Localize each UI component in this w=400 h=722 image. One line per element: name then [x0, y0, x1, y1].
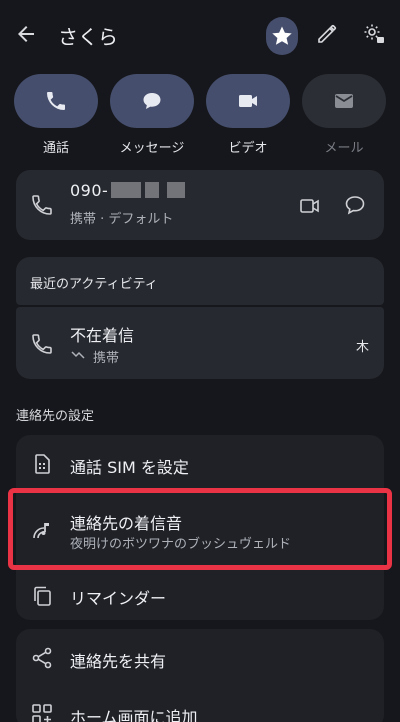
missed-call-arrow-icon	[70, 347, 86, 363]
set-call-sim-item[interactable]: 通話 SIM を設定	[70, 454, 189, 478]
missed-call-type: 携帯	[93, 351, 120, 366]
favorite-button[interactable]	[266, 17, 298, 55]
contact-settings-heading: 連絡先の設定	[16, 409, 95, 424]
add-to-home-icon	[30, 702, 54, 722]
send-message-button[interactable]	[343, 193, 367, 217]
settings-gear-icon	[364, 24, 384, 43]
message-action-button[interactable]	[110, 74, 194, 128]
phone-row-icon	[30, 193, 54, 217]
share-contact-item[interactable]: 連絡先を共有	[70, 648, 166, 672]
mail-icon	[335, 94, 353, 108]
contact-settings-button[interactable]	[362, 22, 390, 50]
mail-action-label: メール	[324, 141, 364, 156]
call-action-button[interactable]	[14, 74, 98, 128]
mail-action-button[interactable]	[302, 74, 386, 128]
video-action-button[interactable]	[206, 74, 290, 128]
phone-number: 090-	[70, 181, 109, 200]
reminder-icon	[30, 584, 54, 608]
pencil-icon	[318, 24, 337, 43]
phone-type-label: 携帯 · デフォルト	[70, 212, 174, 227]
redacted-digits	[145, 182, 159, 198]
message-action-label: メッセージ	[119, 141, 185, 156]
missed-call-day: 木	[356, 340, 370, 355]
phone-icon	[32, 334, 52, 354]
video-icon	[300, 199, 319, 213]
share-icon	[30, 646, 54, 670]
video-call-button[interactable]	[298, 194, 322, 218]
redacted-digits	[167, 182, 185, 198]
missed-call-title: 不在着信	[70, 326, 135, 345]
chat-icon	[345, 196, 365, 215]
recent-activity-title: 最近のアクティビティ	[30, 277, 158, 292]
contact-name: さくら	[58, 25, 118, 49]
phone-icon	[32, 195, 52, 215]
phone-icon	[47, 92, 65, 110]
back-button[interactable]	[14, 22, 42, 50]
star-icon	[272, 26, 292, 45]
video-icon	[239, 95, 257, 107]
add-to-home-item[interactable]: ホーム画面に追加	[70, 704, 198, 722]
highlight-box	[8, 488, 392, 570]
missed-call-phone-icon	[30, 332, 54, 356]
sim-icon	[30, 452, 54, 476]
chat-icon	[143, 93, 161, 109]
edit-button[interactable]	[315, 22, 343, 50]
arrow-back-icon	[18, 26, 34, 42]
video-action-label: ビデオ	[228, 141, 268, 156]
reminder-item[interactable]: リマインダー	[70, 585, 166, 609]
call-action-label: 通話	[42, 141, 69, 156]
redacted-digits	[111, 182, 141, 198]
